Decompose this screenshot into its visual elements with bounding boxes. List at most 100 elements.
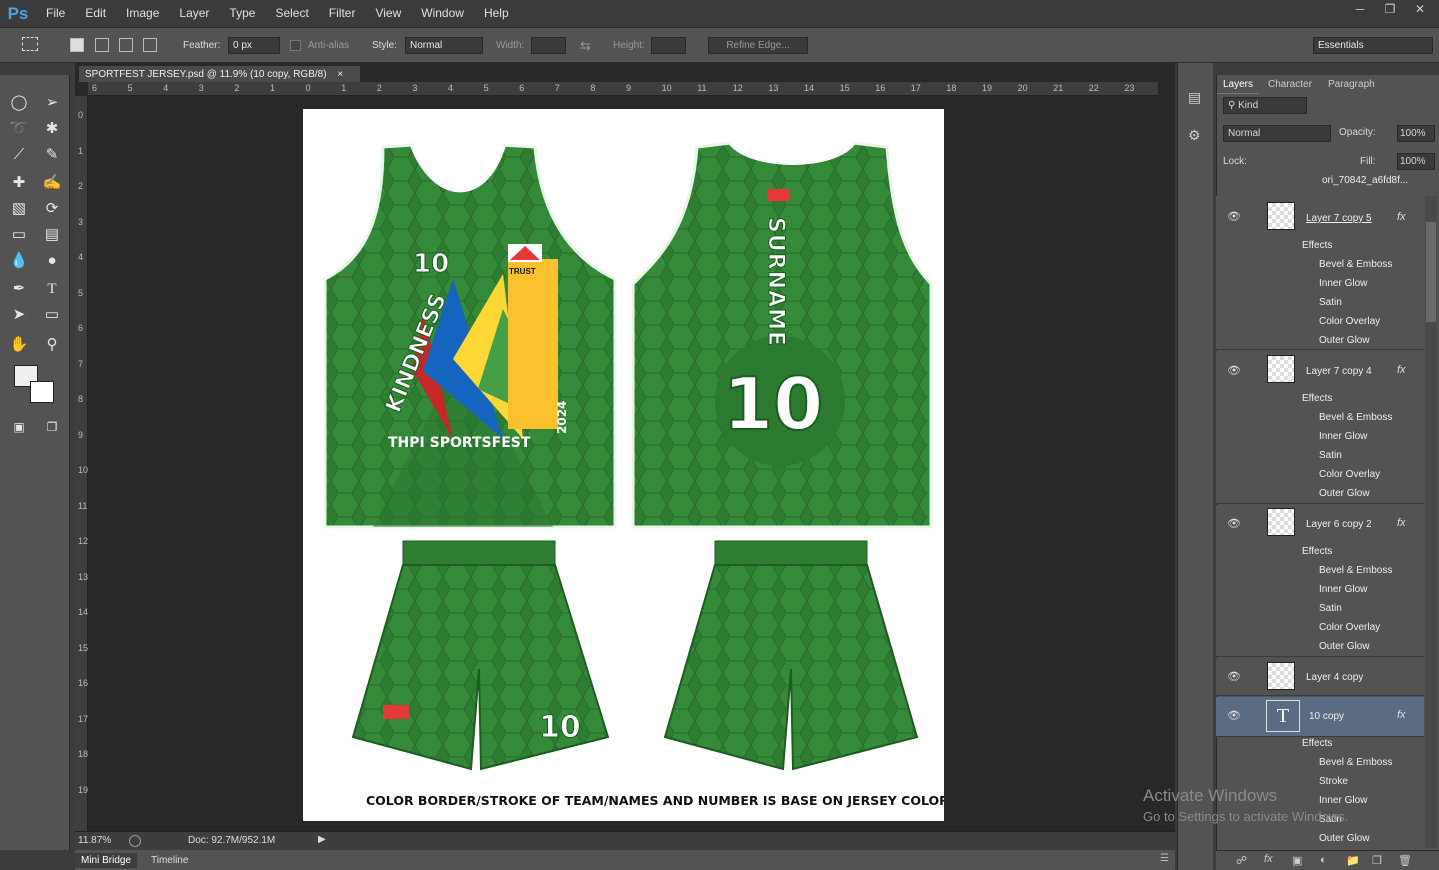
effect-item[interactable]: Inner Glow [1319,431,1367,442]
quick-mask-icon[interactable]: ▣ [6,415,32,439]
menu-view[interactable]: View [365,0,411,27]
healing-brush-icon[interactable]: ✚ [6,171,32,195]
effect-item[interactable]: Color Overlay [1319,469,1380,480]
fx-icon[interactable]: fx [1397,364,1406,376]
menu-select[interactable]: Select [265,0,318,27]
type-tool-icon[interactable]: T [39,277,65,301]
swap-icon[interactable]: ⇆ [580,38,591,54]
status-arrow-icon[interactable]: ▶ [318,834,326,845]
fill-input[interactable]: 100% [1397,153,1435,170]
effect-item[interactable]: Outer Glow [1319,641,1370,652]
background-color-swatch[interactable] [30,381,54,403]
tab-paragraph[interactable]: Paragraph [1322,77,1381,93]
gradient-tool-icon[interactable]: ▤ [39,223,65,247]
link-layers-icon[interactable]: ☍ [1236,854,1247,867]
new-layer-icon[interactable]: ❐ [1372,854,1382,867]
layers-scrollbar-thumb[interactable] [1426,222,1436,322]
effect-item[interactable]: Bevel & Emboss [1319,565,1392,576]
effect-item[interactable]: Inner Glow [1319,278,1367,289]
status-icon[interactable] [129,835,141,847]
tab-character[interactable]: Character [1262,77,1318,93]
eraser-icon[interactable]: ▭ [6,223,32,247]
style-select[interactable]: Normal [405,37,483,54]
properties-panel-icon[interactable]: ⚙ [1188,127,1201,144]
path-selection-icon[interactable]: ➤ [6,303,32,327]
magic-wand-icon[interactable]: ✱ [39,117,65,141]
visibility-eye-icon[interactable]: 👁 [1227,517,1241,530]
effect-item[interactable]: Bevel & Emboss [1319,757,1392,768]
menu-edit[interactable]: Edit [75,0,116,27]
close-button[interactable]: ✕ [1407,0,1433,18]
lasso-tool-icon[interactable]: ➰ [6,117,32,141]
shape-tool-icon[interactable]: ▭ [39,303,65,327]
feather-input[interactable]: 0 px [228,37,280,54]
layer-partial[interactable]: ori_70842_a6fd8f... [1322,175,1408,186]
restore-button[interactable]: ❐ [1377,0,1403,18]
tab-timeline[interactable]: Timeline [145,853,194,868]
fx-icon[interactable]: fx [1397,211,1406,223]
document-canvas[interactable]: 10 TRUST KINDNESS THPI SPORTSFEST 2024 S… [303,109,944,821]
width-input[interactable] [531,37,566,54]
effect-item[interactable]: Outer Glow [1319,488,1370,499]
history-panel-icon[interactable]: ▤ [1188,89,1201,106]
opacity-input[interactable]: 100% [1397,125,1435,142]
minimize-button[interactable]: ─ [1347,0,1373,18]
visibility-eye-icon[interactable]: 👁 [1227,709,1241,722]
pen-tool-icon[interactable]: ✒ [6,277,32,301]
intersect-selection-icon[interactable] [143,38,157,52]
history-brush-icon[interactable]: ⟳ [39,197,65,221]
blur-tool-icon[interactable]: 💧 [6,249,32,273]
menu-file[interactable]: File [36,0,75,27]
effect-item[interactable]: Outer Glow [1319,335,1370,346]
clone-stamp-icon[interactable]: ▧ [6,197,32,221]
refine-edge-button[interactable]: Refine Edge... [708,37,808,54]
add-mask-icon[interactable]: ▣ [1292,854,1302,867]
effect-item[interactable]: Inner Glow [1319,584,1367,595]
dodge-tool-icon[interactable]: ● [39,249,65,273]
screen-mode-icon[interactable]: ❐ [39,415,65,439]
effect-item[interactable]: Outer Glow [1319,833,1370,844]
menu-window[interactable]: Window [411,0,474,27]
effect-item[interactable]: Bevel & Emboss [1319,259,1392,270]
blend-mode-select[interactable]: Normal [1223,125,1331,142]
doc-size[interactable]: Doc: 92.7M/952.1M [188,835,275,846]
height-input[interactable] [651,37,686,54]
menu-image[interactable]: Image [116,0,169,27]
layer-name[interactable]: 10 copy [1309,711,1344,722]
move-tool-icon[interactable]: ➢ [39,91,65,115]
visibility-eye-icon[interactable]: 👁 [1227,210,1241,223]
hand-tool-icon[interactable]: ✋ [6,333,32,357]
menu-type[interactable]: Type [219,0,265,27]
effect-item[interactable]: Satin [1319,603,1342,614]
tab-mini-bridge[interactable]: Mini Bridge [75,853,138,868]
add-selection-icon[interactable] [95,38,109,52]
menu-filter[interactable]: Filter [319,0,366,27]
new-group-icon[interactable]: 📁 [1346,854,1360,867]
tab-layers[interactable]: Layers [1217,77,1260,94]
filter-kind-select[interactable]: ⚲ Kind [1223,97,1307,114]
effect-item[interactable]: Color Overlay [1319,316,1380,327]
effect-item[interactable]: Satin [1319,297,1342,308]
zoom-level[interactable]: 11.87% [78,835,111,846]
menu-help[interactable]: Help [474,0,519,27]
crop-tool-icon[interactable]: ⟋ [6,143,32,167]
layer-name[interactable]: Layer 6 copy 2 [1306,519,1372,530]
antialias-checkbox[interactable] [290,40,301,51]
fx-icon[interactable]: fx [1397,709,1406,721]
add-style-icon[interactable]: fx [1264,853,1273,865]
delete-layer-icon[interactable]: 🗑 [1398,854,1412,867]
eyedropper-icon[interactable]: ✎ [39,143,65,167]
zoom-tool-icon[interactable]: ⚲ [39,333,65,357]
brush-tool-icon[interactable]: ✍ [39,171,65,195]
marquee-tool-icon[interactable]: ◯ [6,91,32,115]
menu-layer[interactable]: Layer [169,0,219,27]
layer-name[interactable]: Layer 7 copy 4 [1306,366,1372,377]
visibility-eye-icon[interactable]: 👁 [1227,364,1241,377]
new-selection-icon[interactable] [70,38,84,52]
workspace-select[interactable]: Essentials [1313,37,1433,54]
visibility-eye-icon[interactable]: 👁 [1227,670,1241,683]
panel-menu-icon[interactable]: ☰ [1160,853,1169,864]
subtract-selection-icon[interactable] [119,38,133,52]
adjustment-layer-icon[interactable]: ◐ [1320,854,1327,866]
marquee-tool-preset-icon[interactable] [22,37,38,51]
